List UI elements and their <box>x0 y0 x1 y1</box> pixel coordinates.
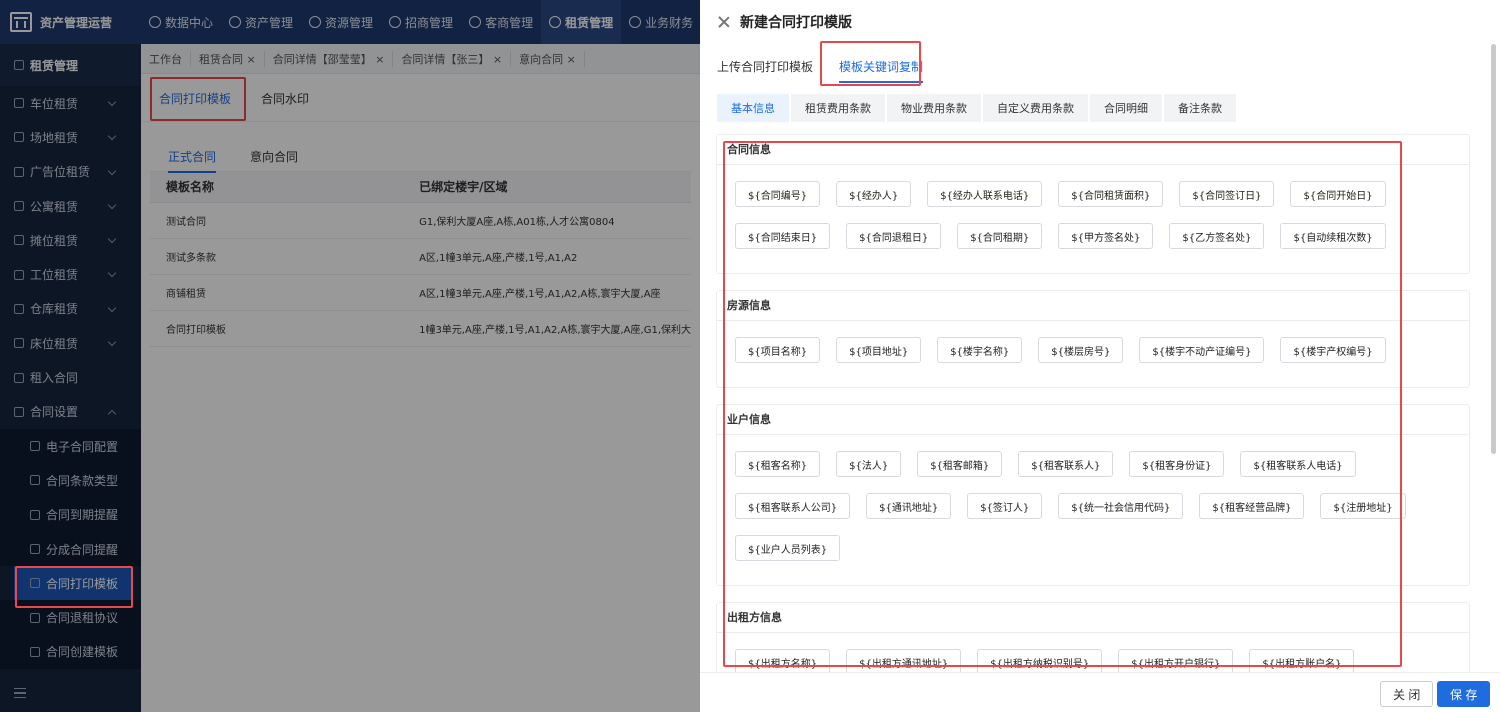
category-segments: 基本信息 租赁费用条款 物业费用条款 自定义费用条款 合同明细 备注条款 <box>717 94 1500 122</box>
segment-contract-detail[interactable]: 合同明细 <box>1090 94 1164 122</box>
annotation-highlight-tab <box>820 41 921 86</box>
segment-property-fee[interactable]: 物业费用条款 <box>887 94 983 122</box>
annotation-highlight-keywords <box>723 141 1402 667</box>
drawer-title: 新建合同打印模版 <box>740 15 852 31</box>
segment-rent-fee[interactable]: 租赁费用条款 <box>791 94 887 122</box>
segment-remark[interactable]: 备注条款 <box>1164 94 1238 122</box>
drawer-scrollbar[interactable] <box>1491 44 1496 454</box>
tab-upload-template[interactable]: 上传合同打印模板 <box>717 58 813 75</box>
close-icon[interactable] <box>718 16 730 28</box>
segment-basic-info[interactable]: 基本信息 <box>717 94 791 122</box>
close-button[interactable]: 关 闭 <box>1380 681 1434 707</box>
drawer-header: 新建合同打印模版 <box>700 0 1500 44</box>
save-button[interactable]: 保 存 <box>1437 681 1491 707</box>
drawer-footer: 关 闭 保 存 <box>700 672 1500 712</box>
segment-custom-fee[interactable]: 自定义费用条款 <box>983 94 1090 122</box>
annotation-highlight-sidebar <box>15 566 133 608</box>
